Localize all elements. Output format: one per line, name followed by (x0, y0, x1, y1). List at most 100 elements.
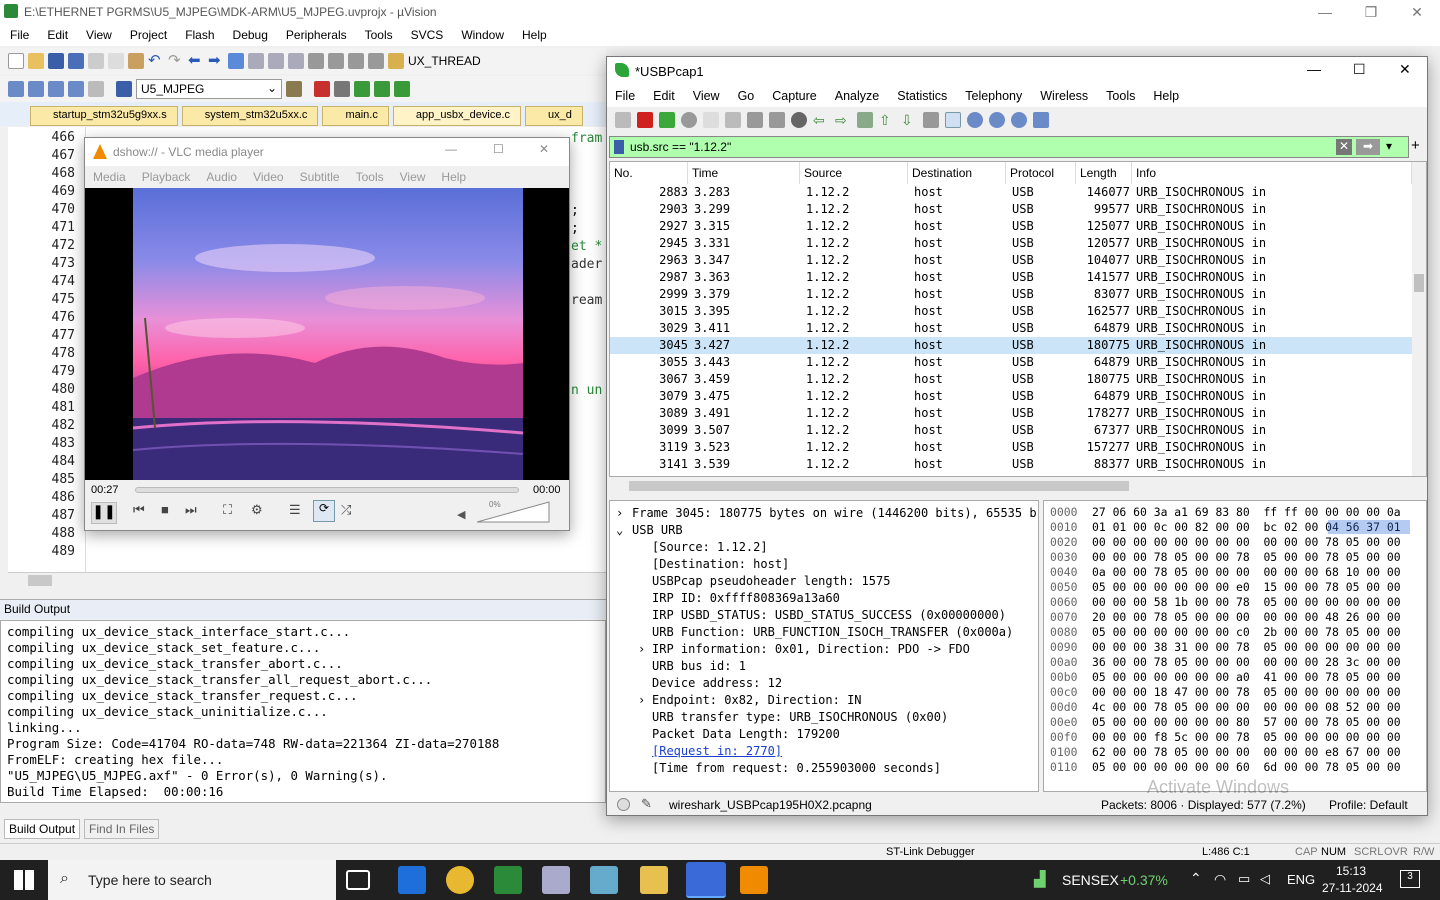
packet-row[interactable]: 3029 3.411 1.12.2 host USB 64879 URB_ISOCHRONO… (610, 320, 1412, 337)
ws-menu-help[interactable]: Help (1153, 89, 1179, 103)
col-info[interactable]: Info (1132, 162, 1412, 184)
col-protocol[interactable]: Protocol (1006, 162, 1076, 184)
detail-line[interactable]: URB transfer type: URB_ISOCHRONOUS (0x00… (652, 709, 948, 726)
resize-columns-icon[interactable] (1033, 112, 1049, 128)
detail-line[interactable]: URB Function: URB_FUNCTION_ISOCH_TRANSFE… (652, 624, 1013, 641)
new-file-icon[interactable] (8, 53, 24, 69)
vlc-menu-media[interactable]: Media (93, 170, 126, 184)
vlc-menu-tools[interactable]: Tools (356, 170, 384, 184)
stm32cubeide-icon[interactable] (398, 866, 426, 894)
detail-line[interactable]: [Source: 1.12.2] (652, 539, 768, 556)
tab-startup[interactable]: startup_stm32u5g9xx.s (30, 106, 178, 126)
vlc-menu-audio[interactable]: Audio (206, 170, 237, 184)
menu-flash[interactable]: Flash (185, 28, 214, 42)
batch-build-icon[interactable] (68, 81, 84, 97)
app-icon[interactable] (590, 866, 618, 894)
hex-bytes[interactable]: 27 06 60 3a a1 69 83 80 ff ff 00 00 00 0… (1092, 505, 1401, 520)
col-time[interactable]: Time (688, 162, 800, 184)
vlc-taskbar-icon[interactable] (740, 866, 768, 894)
menu-window[interactable]: Window (461, 28, 504, 42)
wireshark-taskbar-icon[interactable] (686, 862, 726, 898)
close-file-icon[interactable] (747, 112, 763, 128)
go-last-icon[interactable]: ⇩ (901, 112, 917, 128)
loop-icon[interactable]: ⟳ (313, 500, 335, 522)
fullscreen-icon[interactable]: ⛶ (223, 502, 232, 518)
col-destination[interactable]: Destination (908, 162, 1006, 184)
autoscroll-icon[interactable] (923, 112, 939, 128)
menu-tools[interactable]: Tools (365, 28, 393, 42)
hex-bytes[interactable]: 62 00 00 78 05 00 00 00 00 00 00 e8 67 0… (1092, 745, 1401, 760)
tab-app-usbx-device[interactable]: app_usbx_device.c (392, 106, 522, 126)
detail-line[interactable]: [Time from request: 0.255903000 seconds] (652, 760, 941, 777)
packet-row[interactable]: 3099 3.507 1.12.2 host USB 67377 URB_ISOCHRONO… (610, 422, 1412, 439)
battery-icon[interactable]: ▭ (1238, 871, 1250, 887)
playlist-icon[interactable]: ☰ (289, 502, 301, 518)
clock-time[interactable]: 15:13 (1336, 864, 1366, 878)
manage-components-icon[interactable] (314, 81, 330, 97)
save-file-icon[interactable] (725, 112, 741, 128)
hex-bytes[interactable]: 00 00 00 00 00 00 00 00 00 00 00 78 05 0… (1092, 535, 1401, 550)
previous-icon[interactable]: ⏮ (133, 502, 145, 518)
sensex-label[interactable]: SENSEX (1062, 872, 1119, 888)
cut-icon[interactable] (88, 53, 104, 69)
menu-view[interactable]: View (86, 28, 112, 42)
detail-line[interactable]: [Destination: host] (652, 556, 789, 573)
vlc-menu-video[interactable]: Video (253, 170, 283, 184)
zoom-normal-icon[interactable] (1011, 112, 1027, 128)
open-folder-icon[interactable] (28, 53, 44, 69)
menu-peripherals[interactable]: Peripherals (286, 28, 347, 42)
add-filter-button-icon[interactable]: + (1411, 137, 1420, 154)
packet-list-hscrollbar[interactable] (609, 478, 1427, 494)
detail-line[interactable]: IRP information: 0x01, Direction: PDO ->… (652, 641, 970, 658)
bookmark-prev-icon[interactable] (248, 53, 264, 69)
packet-row[interactable]: 3119 3.523 1.12.2 host USB 157277 URB_ISOCHRON… (610, 439, 1412, 456)
hex-bytes[interactable]: 20 00 00 78 05 00 00 00 00 00 00 48 26 0… (1092, 610, 1401, 625)
rebuild-icon[interactable] (48, 81, 64, 97)
save-icon[interactable] (48, 53, 64, 69)
maximize-icon[interactable]: ☐ (493, 142, 504, 156)
scrollbar-thumb[interactable] (28, 575, 52, 586)
packet-list-scrollbar[interactable] (1412, 162, 1426, 476)
copy-icon[interactable] (108, 53, 124, 69)
ws-menu-go[interactable]: Go (738, 89, 755, 103)
menu-help[interactable]: Help (522, 28, 547, 42)
start-capture-icon[interactable] (615, 112, 631, 128)
apply-filter-icon[interactable]: ➡ (1356, 139, 1380, 155)
bookmark-filter-icon[interactable] (614, 140, 624, 154)
rte-icon[interactable] (394, 81, 410, 97)
comment-icon[interactable] (348, 53, 364, 69)
packet-row[interactable]: 3089 3.491 1.12.2 host USB 178277 URB_ISOCHRON… (610, 405, 1412, 422)
hex-bytes[interactable]: 05 00 00 00 00 00 00 a0 41 00 00 78 05 0… (1092, 670, 1401, 685)
extended-settings-icon[interactable]: ⚙ (251, 502, 263, 518)
tab-find-in-files[interactable]: Find In Files (84, 819, 160, 839)
restore-icon[interactable]: ❐ (1348, 0, 1394, 24)
col-source[interactable]: Source (800, 162, 908, 184)
hex-bytes[interactable]: 00 00 00 38 31 00 00 78 05 00 00 00 00 0… (1092, 640, 1401, 655)
clock-date[interactable]: 27-11-2024 (1322, 881, 1383, 895)
menu-svcs[interactable]: SVCS (411, 28, 444, 42)
hex-bytes[interactable]: 05 00 00 00 00 00 00 c0 2b 00 00 78 05 0… (1092, 625, 1401, 640)
zoom-in-icon[interactable] (967, 112, 983, 128)
hex-bytes[interactable]: 00 00 00 58 1b 00 00 78 05 00 00 00 00 0… (1092, 595, 1401, 610)
stop-build-icon[interactable] (88, 81, 104, 97)
detail-line[interactable]: Frame 3045: 180775 bytes on wire (144620… (632, 505, 1037, 522)
find-in-files-icon[interactable] (388, 53, 404, 69)
undo-icon[interactable]: ↶ (148, 53, 164, 69)
vlc-menu-playback[interactable]: Playback (142, 170, 191, 184)
packet-row[interactable]: 3067 3.459 1.12.2 host USB 180775 URB_ISOCHRON… (610, 371, 1412, 388)
bookmark-clear-icon[interactable] (288, 53, 304, 69)
packet-row[interactable]: 3141 3.539 1.12.2 host USB 88377 URB_ISOCHRONO… (610, 456, 1412, 473)
minimize-icon[interactable]: — (1307, 61, 1321, 77)
detail-line[interactable]: Packet Data Length: 179200 (652, 726, 840, 743)
tab-main[interactable]: main.c (322, 106, 389, 126)
translate-icon[interactable] (8, 81, 24, 97)
detail-line[interactable]: Device address: 12 (652, 675, 782, 692)
scrollbar-thumb[interactable] (1414, 274, 1424, 292)
ws-menu-view[interactable]: View (693, 89, 720, 103)
col-length[interactable]: Length (1076, 162, 1132, 184)
stop-icon[interactable]: ■ (161, 502, 169, 517)
display-filter-input[interactable]: usb.src == "1.12.2" ✕ ➡ ▾ (609, 136, 1409, 158)
find-packet-icon[interactable] (791, 112, 807, 128)
nav-forward-icon[interactable]: ➡ (208, 53, 224, 69)
pack-installer-icon[interactable] (354, 81, 370, 97)
